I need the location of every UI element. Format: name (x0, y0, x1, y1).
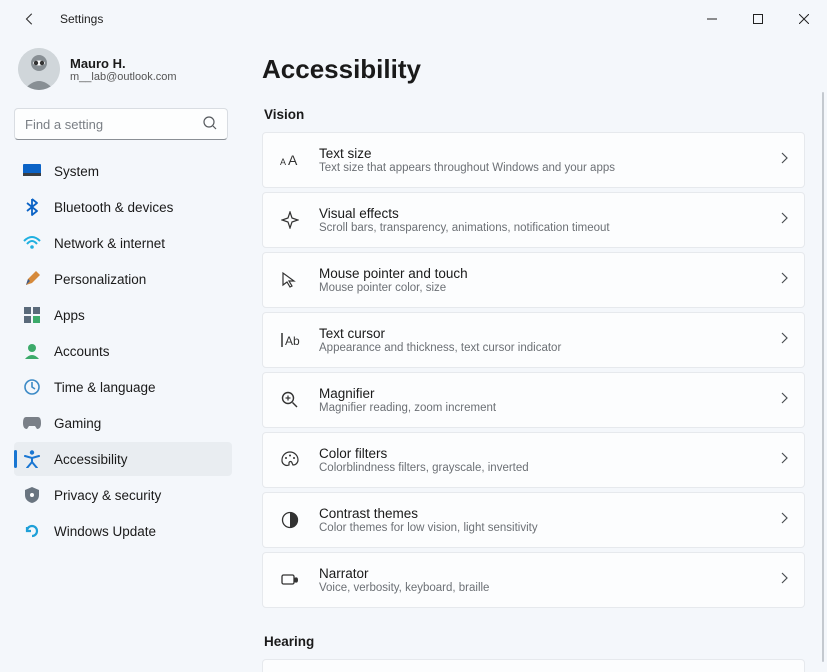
time-language-icon (22, 377, 42, 397)
chevron-right-icon (780, 271, 788, 289)
text-size-icon: AA (279, 152, 301, 168)
system-icon (22, 161, 42, 181)
chevron-right-icon (780, 511, 788, 529)
chevron-right-icon (780, 451, 788, 469)
gaming-icon (22, 413, 42, 433)
card-title: Narrator (319, 566, 780, 581)
text-cursor-icon: Ab (279, 332, 301, 348)
card-title: Text size (319, 146, 780, 161)
accounts-icon (22, 341, 42, 361)
privacy-icon (22, 485, 42, 505)
personalization-icon (22, 269, 42, 289)
card-text-cursor[interactable]: Ab Text cursor Appearance and thickness,… (262, 312, 805, 368)
page-title: Accessibility (262, 54, 805, 85)
nav: System Bluetooth & devices Network & int… (14, 154, 232, 548)
sidebar: Mauro H. m__lab@outlook.com System Bluet… (0, 38, 240, 672)
nav-label: Accessibility (54, 452, 128, 467)
card-narrator[interactable]: Narrator Voice, verbosity, keyboard, bra… (262, 552, 805, 608)
windows-update-icon (22, 521, 42, 541)
card-title: Magnifier (319, 386, 780, 401)
card-sub: Color themes for low vision, light sensi… (319, 522, 780, 534)
svg-text:Ab: Ab (285, 334, 300, 348)
card-audio[interactable]: Audio Mono audio, audio notifications (262, 659, 805, 672)
user-profile[interactable]: Mauro H. m__lab@outlook.com (14, 42, 232, 104)
network-icon (22, 233, 42, 253)
chevron-right-icon (780, 331, 788, 349)
card-sub: Colorblindness filters, grayscale, inver… (319, 462, 780, 474)
window-controls (689, 0, 827, 38)
card-text-size[interactable]: AA Text size Text size that appears thro… (262, 132, 805, 188)
nav-label: Network & internet (54, 236, 165, 251)
card-title: Visual effects (319, 206, 780, 221)
nav-apps[interactable]: Apps (14, 298, 232, 332)
nav-label: System (54, 164, 99, 179)
card-sub: Scroll bars, transparency, animations, n… (319, 222, 780, 234)
nav-privacy[interactable]: Privacy & security (14, 478, 232, 512)
mouse-pointer-icon (279, 271, 301, 289)
card-sub: Text size that appears throughout Window… (319, 162, 780, 174)
nav-gaming[interactable]: Gaming (14, 406, 232, 440)
card-sub: Appearance and thickness, text cursor in… (319, 342, 780, 354)
nav-label: Gaming (54, 416, 101, 431)
vision-cards: AA Text size Text size that appears thro… (262, 132, 805, 608)
window-title: Settings (60, 12, 103, 26)
narrator-icon (279, 572, 301, 588)
nav-label: Apps (54, 308, 85, 323)
card-title: Text cursor (319, 326, 780, 341)
svg-text:A: A (280, 157, 286, 167)
scrollbar[interactable] (822, 92, 824, 662)
nav-accessibility[interactable]: Accessibility (14, 442, 232, 476)
card-mouse-pointer[interactable]: Mouse pointer and touch Mouse pointer co… (262, 252, 805, 308)
back-button[interactable] (18, 7, 42, 31)
card-sub: Voice, verbosity, keyboard, braille (319, 582, 780, 594)
maximize-button[interactable] (735, 0, 781, 38)
card-color-filters[interactable]: Color filters Colorblindness filters, gr… (262, 432, 805, 488)
hearing-cards: Audio Mono audio, audio notifications (262, 659, 805, 672)
magnifier-icon (279, 391, 301, 409)
card-title: Mouse pointer and touch (319, 266, 780, 281)
card-sub: Mouse pointer color, size (319, 282, 780, 294)
search-icon (202, 115, 218, 136)
nav-label: Accounts (54, 344, 110, 359)
card-title: Color filters (319, 446, 780, 461)
section-hearing-label: Hearing (264, 634, 805, 649)
nav-bluetooth[interactable]: Bluetooth & devices (14, 190, 232, 224)
nav-label: Bluetooth & devices (54, 200, 173, 215)
close-button[interactable] (781, 0, 827, 38)
apps-icon (22, 305, 42, 325)
nav-network[interactable]: Network & internet (14, 226, 232, 260)
main-content: Accessibility Vision AA Text size Text s… (240, 38, 827, 672)
nav-label: Time & language (54, 380, 156, 395)
nav-label: Personalization (54, 272, 146, 287)
card-title: Contrast themes (319, 506, 780, 521)
accessibility-icon (22, 449, 42, 469)
chevron-right-icon (780, 151, 788, 169)
chevron-right-icon (780, 571, 788, 589)
chevron-right-icon (780, 391, 788, 409)
nav-time-language[interactable]: Time & language (14, 370, 232, 404)
card-visual-effects[interactable]: Visual effects Scroll bars, transparency… (262, 192, 805, 248)
color-filters-icon (279, 451, 301, 469)
user-email: m__lab@outlook.com (70, 71, 177, 83)
search-input[interactable] (14, 108, 228, 140)
nav-accounts[interactable]: Accounts (14, 334, 232, 368)
avatar (18, 48, 60, 90)
card-magnifier[interactable]: Magnifier Magnifier reading, zoom increm… (262, 372, 805, 428)
bluetooth-icon (22, 197, 42, 217)
user-name: Mauro H. (70, 56, 177, 71)
card-contrast-themes[interactable]: Contrast themes Color themes for low vis… (262, 492, 805, 548)
nav-label: Privacy & security (54, 488, 161, 503)
section-vision-label: Vision (264, 107, 805, 122)
visual-effects-icon (279, 211, 301, 229)
contrast-icon (279, 511, 301, 529)
nav-windows-update[interactable]: Windows Update (14, 514, 232, 548)
nav-label: Windows Update (54, 524, 156, 539)
chevron-right-icon (780, 211, 788, 229)
svg-text:A: A (288, 152, 298, 168)
nav-system[interactable]: System (14, 154, 232, 188)
card-sub: Magnifier reading, zoom increment (319, 402, 780, 414)
titlebar: Settings (0, 0, 827, 38)
minimize-button[interactable] (689, 0, 735, 38)
nav-personalization[interactable]: Personalization (14, 262, 232, 296)
